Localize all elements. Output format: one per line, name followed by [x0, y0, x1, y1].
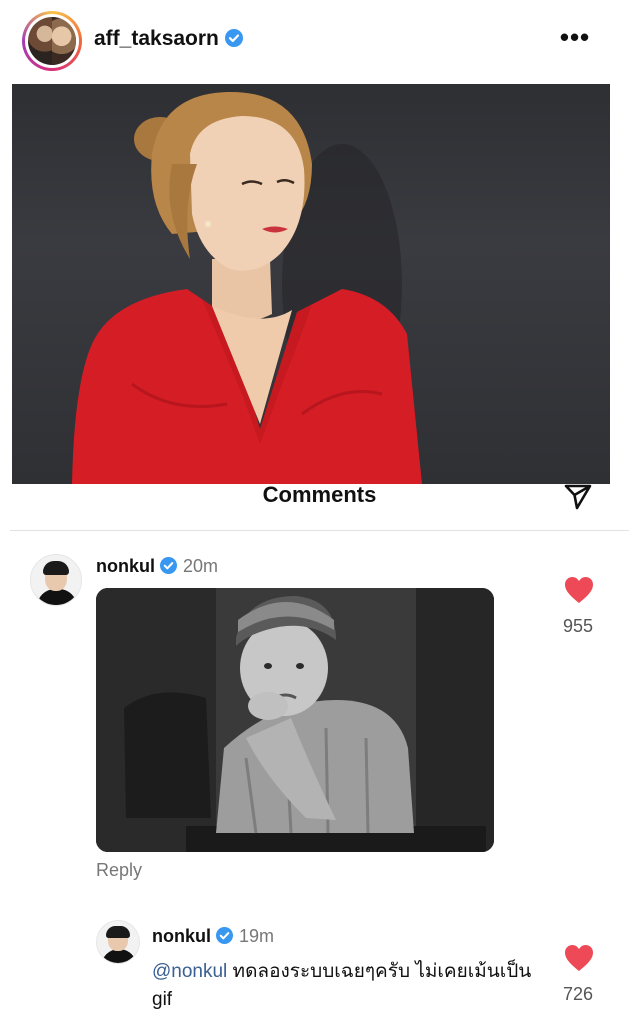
comment-username[interactable]: nonkul: [152, 926, 211, 946]
like-count: 955: [562, 616, 594, 636]
comment-avatar[interactable]: [96, 920, 140, 964]
comment-text: @nonkul ทดลองระบบเฉยๆครับ ไม่เคยเม้นเป็น…: [152, 958, 532, 1014]
comment-time: 20m: [183, 556, 219, 576]
verified-badge-icon: [216, 927, 233, 944]
comments-title: Comments: [262, 482, 377, 507]
verified-badge-icon: [160, 557, 177, 574]
story-ring[interactable]: [22, 11, 82, 71]
comment-time: 19m: [239, 926, 275, 946]
heart-icon[interactable]: [564, 944, 594, 972]
post-photo[interactable]: [12, 84, 610, 484]
comment-gif[interactable]: [96, 588, 494, 852]
more-horizontal-icon[interactable]: •••: [558, 20, 592, 54]
reply-button[interactable]: Reply: [96, 860, 142, 881]
paper-plane-icon[interactable]: [562, 480, 594, 512]
like-count: 726: [562, 984, 594, 1004]
avatar: [28, 17, 76, 65]
mention-link[interactable]: @nonkul: [152, 961, 227, 982]
comment-username-row: nonkul 20m: [96, 556, 218, 577]
post-username[interactable]: aff_taksaorn: [94, 27, 219, 50]
heart-icon[interactable]: [564, 576, 594, 604]
comment-username-row: nonkul 19m: [152, 926, 274, 947]
comments-sheet: Comments nonkul 20m Reply 955 nonkul 19m…: [0, 484, 639, 1024]
comment-username[interactable]: nonkul: [96, 556, 155, 576]
post-header: aff_taksaorn •••: [0, 0, 639, 80]
comment-avatar[interactable]: [30, 554, 82, 606]
divider: [10, 530, 629, 531]
verified-badge-icon: [224, 29, 243, 47]
post-username-row[interactable]: aff_taksaorn: [94, 27, 243, 51]
